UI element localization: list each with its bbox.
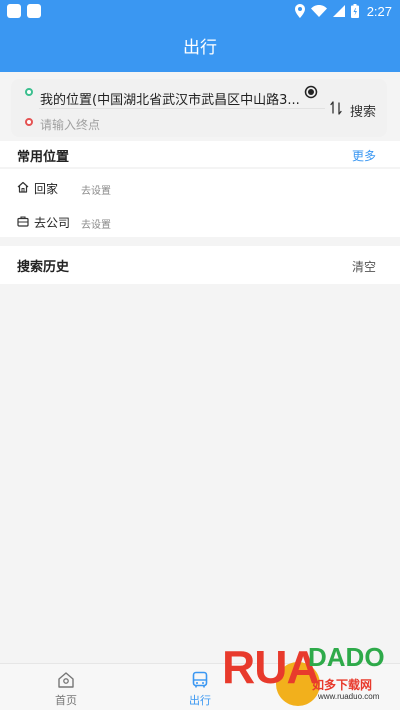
route-search-card: 我的位置(中国湖北省武汉市武昌区中山路3... 搜索 bbox=[11, 79, 387, 137]
search-history-header: 搜索历史 清空 bbox=[0, 246, 400, 284]
my-location-icon[interactable] bbox=[304, 85, 318, 99]
briefcase-icon bbox=[17, 216, 29, 227]
notification-icon bbox=[27, 4, 41, 18]
notification-icon bbox=[7, 4, 21, 18]
place-home[interactable]: 回家 去设置 bbox=[0, 171, 400, 203]
divider bbox=[39, 108, 325, 109]
swap-icon[interactable] bbox=[330, 101, 342, 115]
nav-item-home[interactable]: 首页 bbox=[16, 664, 116, 710]
place-home-setup: 去设置 bbox=[81, 186, 111, 197]
frequent-places-list: 回家 去设置 去公司 去设置 bbox=[0, 169, 400, 237]
search-button[interactable]: 搜索 bbox=[350, 101, 376, 120]
battery-icon bbox=[350, 4, 359, 18]
watermark-brand-tail: DADO bbox=[308, 642, 385, 672]
place-company-label: 去公司 bbox=[34, 216, 71, 230]
wifi-icon bbox=[310, 5, 327, 17]
start-location-text: 我的位置(中国湖北省武汉市武昌区中山路3... bbox=[40, 93, 300, 108]
search-history-title: 搜索历史 bbox=[17, 260, 70, 275]
clear-history-button[interactable]: 清空 bbox=[352, 258, 376, 275]
home-icon bbox=[17, 181, 29, 193]
place-company[interactable]: 去公司 去设置 bbox=[0, 205, 400, 237]
status-time: 2:27 bbox=[366, 3, 392, 19]
watermark-logo: RUA DADO 如多下载网 www.ruaduo.com bbox=[222, 640, 400, 710]
more-link[interactable]: 更多 bbox=[352, 147, 376, 164]
frequent-places-title: 常用位置 bbox=[17, 150, 70, 165]
end-point-icon bbox=[25, 118, 33, 126]
watermark-cn: 如多下载网 bbox=[312, 678, 373, 692]
start-location-field[interactable]: 我的位置(中国湖北省武汉市武昌区中山路3... bbox=[11, 85, 331, 108]
location-pin-icon bbox=[294, 4, 305, 18]
bus-icon bbox=[192, 671, 208, 688]
destination-input[interactable] bbox=[40, 116, 320, 134]
home-icon bbox=[58, 672, 74, 688]
place-home-label: 回家 bbox=[34, 182, 59, 196]
frequent-places-header: 常用位置 更多 bbox=[0, 141, 400, 167]
status-bar: 2:27 bbox=[0, 0, 400, 22]
page-title: 出行 bbox=[183, 38, 217, 58]
watermark-brand: RUA bbox=[222, 641, 320, 693]
app-header: 2:27 出行 bbox=[0, 0, 400, 72]
place-company-setup: 去设置 bbox=[81, 220, 111, 231]
watermark-url: www.ruaduo.com bbox=[318, 692, 380, 701]
signal-icon bbox=[332, 5, 345, 17]
nav-label-home: 首页 bbox=[55, 694, 77, 707]
